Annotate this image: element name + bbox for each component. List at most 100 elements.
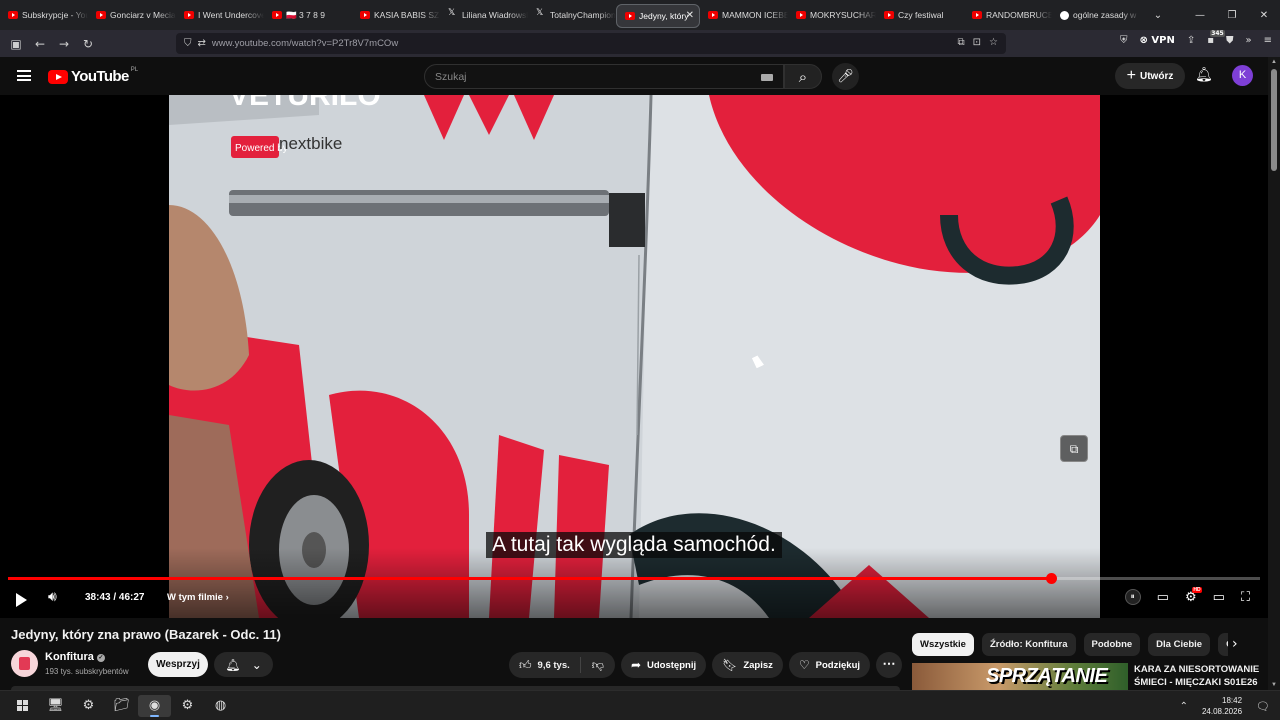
app-globe-icon[interactable]: ◍ — [204, 695, 237, 717]
file-explorer-icon[interactable]: 📁︎ — [105, 695, 138, 717]
shield-extension-icon[interactable]: ⛨ — [1120, 35, 1128, 46]
forward-icon[interactable]: → — [52, 37, 76, 51]
picture-in-picture-icon[interactable]: ⧉ — [958, 37, 965, 48]
reload-icon[interactable]: ↻ — [76, 37, 100, 51]
tab-fade — [598, 0, 616, 30]
browser-tab[interactable]: Gonciarz v Meciarz — [88, 0, 176, 30]
chapters-button[interactable]: W tym filmie › — [167, 592, 229, 603]
video-actions: 👍︎ 9,6 tys. 👎︎ ➦ Udostępnij 🔖︎ Zapisz ♡ Podz… — [509, 652, 903, 678]
extension-puzzle-icon[interactable]: ⇪ — [1187, 35, 1195, 46]
tab-close-icon[interactable]: ✕ — [686, 10, 694, 21]
filter-chip[interactable]: Dla Ciebie — [1148, 633, 1211, 656]
tab-fade — [1122, 0, 1140, 30]
more-actions-button[interactable]: ⋯ — [876, 652, 903, 678]
browser-tab[interactable]: Jedyny, który ✕ — [616, 4, 700, 28]
guide-menu-icon[interactable] — [17, 70, 31, 81]
browser-tab[interactable]: ogólne zasady w — [1052, 0, 1140, 30]
browser-tab[interactable]: Subskrypcje - YouTube — [0, 0, 88, 30]
progress-bar[interactable] — [8, 573, 1260, 584]
settings-gear-icon[interactable]: ⚙ HD — [1185, 586, 1202, 605]
overflow-chevron-icon[interactable]: » — [1245, 35, 1251, 46]
autoplay-toggle-icon[interactable]: ⏸︎ — [1124, 589, 1141, 605]
vpn-button[interactable]: ⊗ VPN — [1140, 35, 1175, 46]
suggested-video-title[interactable]: KARA ZA NIESORTOWANIE ŚMIECI - MIĘCZAKI … — [1134, 663, 1264, 689]
address-bar[interactable]: ⛉ ⇄ www.youtube.com/watch?v=P2Tr8V7mCOw … — [176, 33, 1006, 54]
settings-gear-taskbar-icon[interactable]: ⚙ — [171, 695, 204, 717]
dislike-button[interactable]: 👎︎ — [581, 658, 615, 673]
subtitles-icon[interactable]: ▭ — [1157, 590, 1169, 605]
site-info-icon[interactable]: ⛉ — [184, 38, 192, 49]
support-button[interactable]: Wesprzyj — [148, 652, 208, 677]
scroll-up-icon[interactable]: ▲ — [1271, 59, 1277, 65]
channel-avatar[interactable] — [11, 650, 38, 677]
tab-label: Jedyny, który — [639, 11, 689, 21]
tray-chevron-up-icon[interactable]: ⌃ — [1180, 701, 1188, 712]
keyboard-icon[interactable] — [761, 74, 773, 81]
scroll-down-icon[interactable]: ▼ — [1271, 682, 1277, 688]
menu-icon[interactable]: ≡ — [1264, 35, 1272, 46]
start-windows-icon[interactable] — [6, 695, 39, 717]
youtube-extension-icon[interactable]: ▪ 345 — [1207, 30, 1225, 46]
play-icon[interactable] — [16, 593, 27, 607]
channel-name[interactable]: Konfitura ✓ — [45, 651, 105, 663]
suggested-video-thumbnail[interactable]: SPRZĄTANIE — [912, 663, 1128, 690]
window-controls: — ❐ ✕ — [1184, 0, 1280, 30]
voice-search-button[interactable]: 🎤︎ — [832, 63, 859, 90]
permissions-icon[interactable]: ⇄ — [198, 38, 206, 49]
back-icon[interactable]: ← — [28, 37, 52, 51]
channel-name-text[interactable]: Konfitura — [45, 651, 94, 663]
browser-tab[interactable]: Czy festiwal — [876, 0, 964, 30]
filter-chip[interactable]: Podobne — [1083, 633, 1141, 656]
firefox-icon[interactable]: ◉ — [138, 695, 171, 717]
minimize-icon[interactable]: — — [1184, 10, 1216, 21]
vpn-label: VPN — [1151, 35, 1175, 46]
filter-chip[interactable]: Ostatnio przesłane — [1218, 633, 1228, 656]
sidebar-toggle-icon[interactable]: ▣ — [4, 37, 28, 51]
bookmark-star-icon[interactable]: ☆ — [989, 37, 998, 48]
browser-tab[interactable]: I Went Undercover — [176, 0, 264, 30]
subscription-notifications-button[interactable]: 🔔︎ ⌄ — [214, 652, 273, 677]
share-button[interactable]: ➦ Udostępnij — [620, 652, 707, 678]
search-button[interactable]: ⌕ — [784, 64, 822, 89]
tab-list-chevron-icon[interactable]: ⌄ — [1144, 10, 1172, 21]
chips-next-chevron-icon[interactable]: › — [1232, 636, 1238, 652]
browser-tab[interactable]: KASIA BABIS SZCZ — [352, 0, 440, 30]
miniplayer-icon[interactable]: ⧉ — [1060, 435, 1088, 462]
monitor-app-icon[interactable]: 🖥︎ — [39, 695, 72, 717]
browser-tab[interactable]: 🇵🇱 3 7 8 9 — [264, 0, 352, 30]
like-dislike-group: 👍︎ 9,6 tys. 👎︎ — [509, 652, 615, 678]
tab-fade — [422, 0, 440, 30]
browser-tab[interactable]: RANDOMBRUCE — [964, 0, 1052, 30]
extensions-area: ⛨ ⊗ VPN ⇪ ▪ 345 ⛊ » ≡ — [1120, 30, 1272, 46]
theater-mode-icon[interactable]: ▭ — [1213, 590, 1225, 605]
browser-tab[interactable]: MOKRYSUCHAR — [788, 0, 876, 30]
browser-tab[interactable]: Liliana Wiadrowska — [440, 0, 528, 30]
clock[interactable]: 18:42 24.08.2026 — [1202, 695, 1242, 717]
ublock-icon[interactable]: ⛊ — [1226, 35, 1234, 46]
scrollbar-thumb[interactable] — [1271, 69, 1277, 171]
screenshot-icon[interactable]: ⊡ — [973, 37, 981, 48]
like-button[interactable]: 👍︎ 9,6 tys. — [509, 657, 581, 673]
filter-chip[interactable]: Wszystkie — [912, 633, 974, 656]
thanks-button[interactable]: ♡ Podziękuj — [788, 652, 871, 678]
search-input[interactable]: Szukaj — [424, 64, 784, 89]
avatar[interactable]: K — [1232, 65, 1253, 86]
fullscreen-icon[interactable]: ⛶ — [1241, 590, 1250, 605]
restore-icon[interactable]: ❐ — [1216, 10, 1248, 21]
save-button[interactable]: 🔖︎ Zapisz — [712, 652, 783, 678]
url-text[interactable]: www.youtube.com/watch?v=P2Tr8V7mCOw — [212, 38, 398, 49]
browser-tab[interactable]: TotalnyChampion — [528, 0, 616, 30]
volume-icon[interactable]: 🔊︎ — [48, 589, 57, 605]
notifications-bell-icon[interactable]: 🔔︎ — [1195, 67, 1213, 83]
close-window-icon[interactable]: ✕ — [1248, 10, 1280, 21]
create-button[interactable]: + Utwórz — [1115, 63, 1185, 89]
youtube-logo[interactable]: YouTube PL — [48, 67, 138, 85]
youtube-icon — [708, 11, 718, 19]
notifications-icon[interactable]: 🗨︎ — [1256, 700, 1270, 713]
page-scrollbar[interactable]: ▲ ▼ — [1268, 57, 1280, 690]
filter-chip[interactable]: Źródło: Konfitura — [981, 633, 1076, 656]
browser-tab[interactable]: MAMMON ICEBERG — [700, 0, 788, 30]
related-filter-chips: Wszystkie Źródło: Konfitura Podobne Dla Cie… — [912, 633, 1228, 656]
video-player[interactable]: VETURILO Powered by nextbike A tutaj tak… — [0, 95, 1268, 618]
steam-icon[interactable]: ⚙︎ — [72, 695, 105, 717]
